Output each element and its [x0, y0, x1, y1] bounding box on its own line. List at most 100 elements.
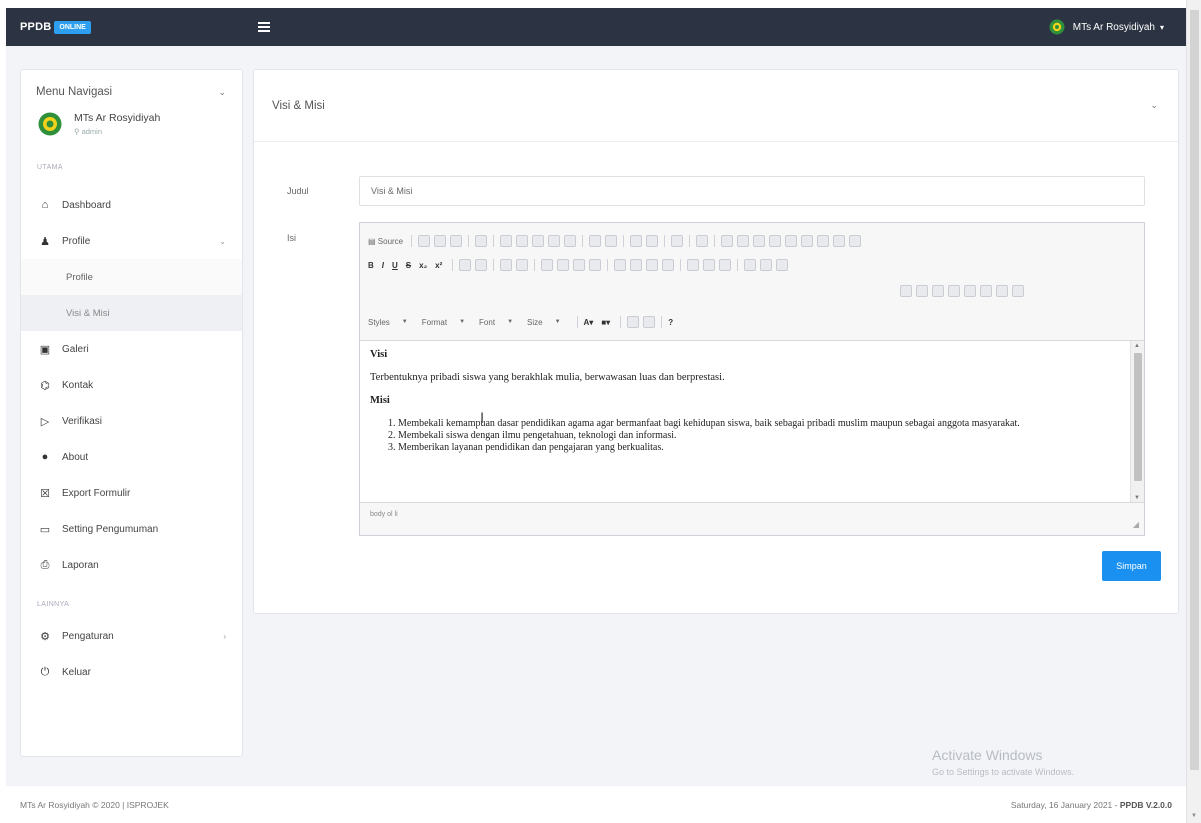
undo-button[interactable] — [589, 235, 602, 247]
scrollbar-thumb[interactable] — [1134, 353, 1142, 481]
smiley-button[interactable] — [964, 285, 976, 297]
editor-content[interactable]: Visi Terbentuknya pribadi siswa yang ber… — [360, 341, 1130, 503]
blockquote-button[interactable] — [573, 259, 586, 271]
sidebar-item-kontak[interactable]: ⌬ Kontak — [21, 367, 242, 403]
size-dropdown[interactable]: Size ▼ — [527, 315, 561, 329]
spellcheck-button[interactable] — [696, 235, 709, 247]
copy-button[interactable] — [516, 235, 529, 247]
radio-button[interactable] — [753, 235, 766, 247]
align-center-button[interactable] — [630, 259, 643, 271]
element-path[interactable]: body ol li — [370, 511, 398, 518]
align-justify-button[interactable] — [662, 259, 675, 271]
special-char-button[interactable] — [980, 285, 992, 297]
bold-button[interactable]: B — [368, 261, 374, 270]
scroll-down-icon[interactable]: ▼ — [1191, 813, 1197, 819]
unlink-button[interactable] — [760, 259, 773, 271]
user-icon: ♟ — [40, 235, 50, 248]
sidebar-item-dashboard[interactable]: ⌂ Dashboard — [21, 187, 242, 223]
horizontal-rule-button[interactable] — [948, 285, 960, 297]
textfield-button[interactable] — [769, 235, 782, 247]
redo-button[interactable] — [605, 235, 618, 247]
save-button[interactable]: Simpan — [1102, 551, 1161, 581]
styles-dropdown[interactable]: Styles ▼ — [368, 315, 408, 329]
select-button[interactable] — [801, 235, 814, 247]
scroll-up-icon[interactable]: ▲ — [1134, 343, 1140, 349]
checkbox-button[interactable] — [737, 235, 750, 247]
page-scrollbar[interactable]: ▼ — [1186, 0, 1201, 823]
brand[interactable]: PPDB ONLINE — [20, 20, 258, 34]
iframe-button[interactable] — [1012, 285, 1024, 297]
language-button[interactable] — [719, 259, 732, 271]
rtl-button[interactable] — [703, 259, 716, 271]
new-page-button[interactable] — [418, 235, 431, 247]
sidebar-subitem-visi-misi[interactable]: Visi & Misi — [21, 295, 242, 331]
sidebar-header[interactable]: Menu Navigasi ⌄ — [21, 70, 242, 98]
copy-format-button[interactable] — [459, 259, 472, 271]
sidebar-item-laporan[interactable]: ⎙ Laporan — [21, 547, 242, 583]
indent-button[interactable] — [557, 259, 570, 271]
print-button[interactable] — [475, 235, 488, 247]
toolbar-separator — [661, 316, 663, 328]
find-button[interactable] — [630, 235, 643, 247]
paste-text-button[interactable] — [548, 235, 561, 247]
scroll-down-icon[interactable]: ▼ — [1134, 495, 1140, 501]
source-button[interactable]: ▤ Source — [368, 234, 403, 248]
underline-button[interactable]: U — [392, 261, 398, 270]
bulleted-list-button[interactable] — [516, 259, 529, 271]
format-dropdown[interactable]: Format ▼ — [422, 315, 465, 329]
remove-format-button[interactable] — [475, 259, 488, 271]
flash-button[interactable] — [916, 285, 928, 297]
sidebar-subitem-profile[interactable]: Profile — [21, 259, 242, 295]
div-button[interactable] — [589, 259, 602, 271]
paste-button[interactable] — [532, 235, 545, 247]
page-break-button[interactable] — [996, 285, 1008, 297]
paste-word-button[interactable] — [564, 235, 577, 247]
link-button[interactable] — [744, 259, 757, 271]
sidebar-item-keluar[interactable]: ⏻ Keluar — [21, 654, 242, 690]
visi-heading: Visi — [370, 349, 388, 360]
align-left-button[interactable] — [614, 259, 627, 271]
chevron-down-icon[interactable]: ⌄ — [1150, 100, 1158, 111]
preview-button[interactable] — [450, 235, 463, 247]
text-color-button[interactable]: A▾ — [584, 318, 594, 327]
templates-button[interactable] — [434, 235, 447, 247]
strike-button[interactable]: S — [406, 261, 411, 270]
sidebar-item-profile[interactable]: ♟ Profile ⌄ — [21, 223, 242, 259]
bg-color-button[interactable]: ■▾ — [601, 318, 610, 327]
replace-button[interactable] — [646, 235, 659, 247]
sidebar-item-about[interactable]: ● About — [21, 439, 242, 475]
outdent-button[interactable] — [541, 259, 554, 271]
cut-button[interactable] — [500, 235, 513, 247]
user-menu[interactable]: MTs Ar Rosyidiyah ▾ — [1049, 19, 1164, 35]
hamburger-menu-icon[interactable] — [258, 20, 270, 34]
page-scrollbar-thumb[interactable] — [1190, 10, 1199, 770]
subscript-button[interactable]: x₂ — [419, 261, 427, 270]
table-button[interactable] — [932, 285, 944, 297]
insert-image-button[interactable] — [900, 285, 912, 297]
maximize-button[interactable] — [627, 316, 640, 328]
chevron-down-icon[interactable]: ⌄ — [218, 87, 226, 98]
judul-input[interactable]: Visi & Misi — [359, 176, 1145, 206]
button-button[interactable] — [817, 235, 830, 247]
editor-scrollbar[interactable]: ▲ ▼ — [1130, 341, 1144, 503]
help-button[interactable]: ? — [668, 318, 673, 327]
show-blocks-button[interactable] — [643, 316, 656, 328]
align-right-button[interactable] — [646, 259, 659, 271]
italic-button[interactable]: I — [382, 261, 384, 270]
sidebar-item-verifikasi[interactable]: ▷ Verifikasi — [21, 403, 242, 439]
numbered-list-button[interactable] — [500, 259, 513, 271]
superscript-button[interactable]: x² — [435, 261, 442, 270]
hidden-field-button[interactable] — [849, 235, 862, 247]
image-button-button[interactable] — [833, 235, 846, 247]
anchor-button[interactable] — [776, 259, 789, 271]
sidebar-item-setting-pengumuman[interactable]: ▭ Setting Pengumuman — [21, 511, 242, 547]
font-dropdown[interactable]: Font ▼ — [479, 315, 513, 329]
sidebar-item-export-formulir[interactable]: ☒ Export Formulir — [21, 475, 242, 511]
sidebar-item-pengaturan[interactable]: ⚙ Pengaturan › — [21, 618, 242, 654]
resize-handle-icon[interactable]: ◢ — [1133, 520, 1139, 529]
form-button[interactable] — [721, 235, 734, 247]
ltr-button[interactable] — [687, 259, 700, 271]
textarea-button[interactable] — [785, 235, 798, 247]
select-all-button[interactable] — [671, 235, 684, 247]
sidebar-item-galeri[interactable]: ▣ Galeri — [21, 331, 242, 367]
